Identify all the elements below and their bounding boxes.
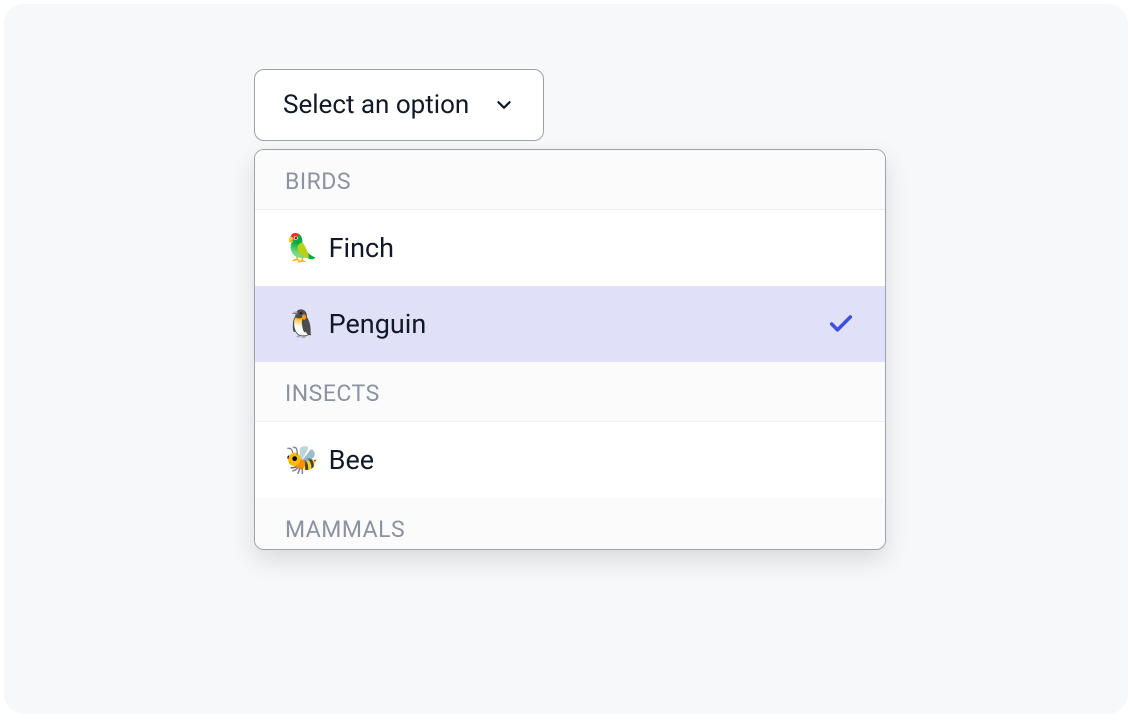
chevron-down-icon — [493, 94, 515, 116]
option-label: Penguin — [329, 308, 427, 340]
parrot-icon: 🦜 — [285, 235, 319, 262]
option-bee[interactable]: 🐝 Bee — [255, 422, 885, 498]
group-header-insects: INSECTS — [255, 362, 885, 422]
option-content: 🦜 Finch — [285, 232, 394, 264]
penguin-icon: 🐧 — [285, 311, 319, 338]
option-label: Bee — [329, 444, 374, 476]
check-icon — [827, 310, 855, 338]
option-penguin[interactable]: 🐧 Penguin — [255, 286, 885, 362]
option-content: 🐧 Penguin — [285, 308, 426, 340]
group-header-mammals: MAMMALS — [255, 498, 885, 549]
option-content: 🐝 Bee — [285, 444, 374, 476]
group-header-birds: BIRDS — [255, 150, 885, 210]
option-finch[interactable]: 🦜 Finch — [255, 210, 885, 286]
app-container: Select an option BIRDS 🦜 Finch 🐧 — [4, 4, 1128, 714]
select-dropdown: BIRDS 🦜 Finch 🐧 Penguin — [254, 149, 886, 550]
option-label: Finch — [329, 232, 394, 264]
select-wrapper: Select an option BIRDS 🦜 Finch 🐧 — [254, 69, 886, 550]
select-placeholder: Select an option — [283, 90, 469, 120]
bee-icon: 🐝 — [285, 447, 319, 474]
select-trigger[interactable]: Select an option — [254, 69, 544, 141]
